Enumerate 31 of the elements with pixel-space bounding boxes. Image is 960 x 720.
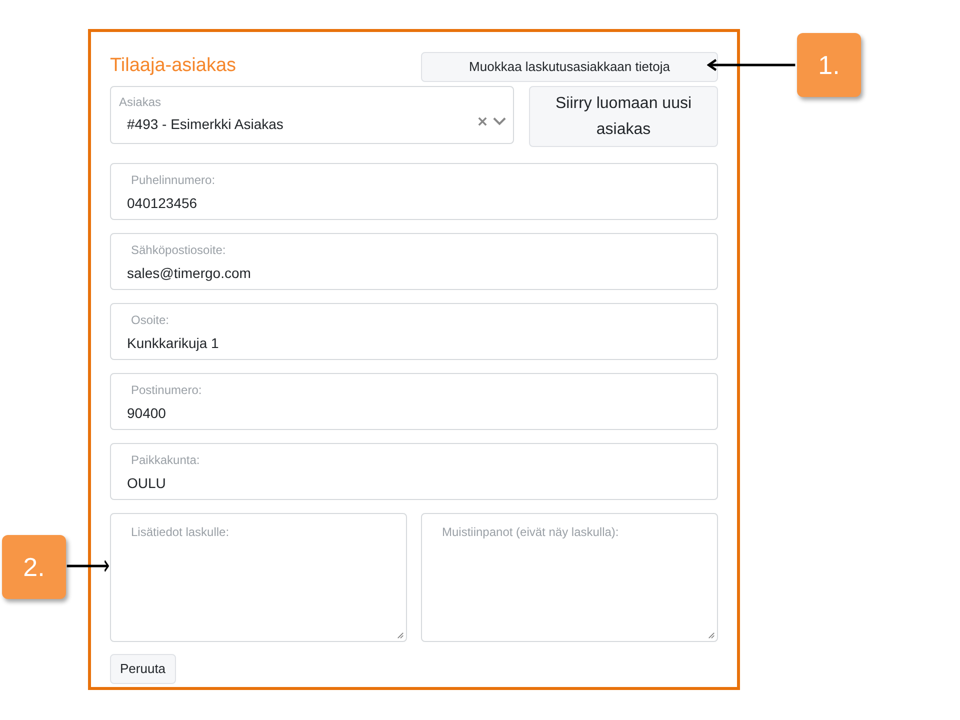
- resize-handle-icon[interactable]: [397, 632, 404, 639]
- new-customer-button[interactable]: Siirry luomaan uusi asiakas: [529, 86, 718, 147]
- select-value: #493 - Esimerkki Asiakas: [127, 115, 284, 134]
- field-label: Asiakas: [119, 94, 162, 111]
- field-value: 90400: [127, 404, 167, 423]
- customer-select[interactable]: Asiakas #493 - Esimerkki Asiakas: [110, 86, 514, 144]
- callout-badge: 2.: [2, 535, 66, 599]
- edit-billing-button[interactable]: Muokkaa laskutusasiakkaan tietoja: [421, 52, 718, 82]
- field-label: Lisätiedot laskulle:: [131, 525, 230, 539]
- field-label: Puhelinnumero:: [131, 172, 216, 189]
- field-value: OULU: [127, 474, 167, 493]
- resize-handle-icon[interactable]: [708, 632, 715, 639]
- text-field[interactable]: Sähköpostiosoite: sales@timergo.com: [110, 233, 718, 290]
- field-value: 040123456: [127, 194, 198, 213]
- chevron-down-icon[interactable]: [493, 117, 506, 126]
- field-label: Muistiinpanot (eivät näy laskulla):: [442, 525, 619, 539]
- callout-badge: 1.: [797, 33, 861, 97]
- text-field[interactable]: Osoite: Kunkkarikuja 1: [110, 303, 718, 360]
- field-label: Paikkakunta:: [131, 452, 201, 469]
- text-field[interactable]: Puhelinnumero: 040123456: [110, 163, 718, 220]
- text-field[interactable]: Paikkakunta: OULU: [110, 443, 718, 500]
- field-value: sales@timergo.com: [127, 264, 252, 283]
- field-label: Osoite:: [131, 312, 170, 329]
- section-title: Tilaaja-asiakas: [110, 54, 236, 78]
- cancel-button[interactable]: Peruuta: [110, 654, 176, 684]
- field-value: Kunkkarikuja 1: [127, 334, 220, 353]
- text-field[interactable]: Postinumero: 90400: [110, 373, 718, 430]
- field-label: Postinumero:: [131, 382, 203, 399]
- clear-icon[interactable]: [478, 117, 487, 126]
- field-label: Sähköpostiosoite:: [131, 242, 227, 259]
- arrow: [66, 560, 109, 572]
